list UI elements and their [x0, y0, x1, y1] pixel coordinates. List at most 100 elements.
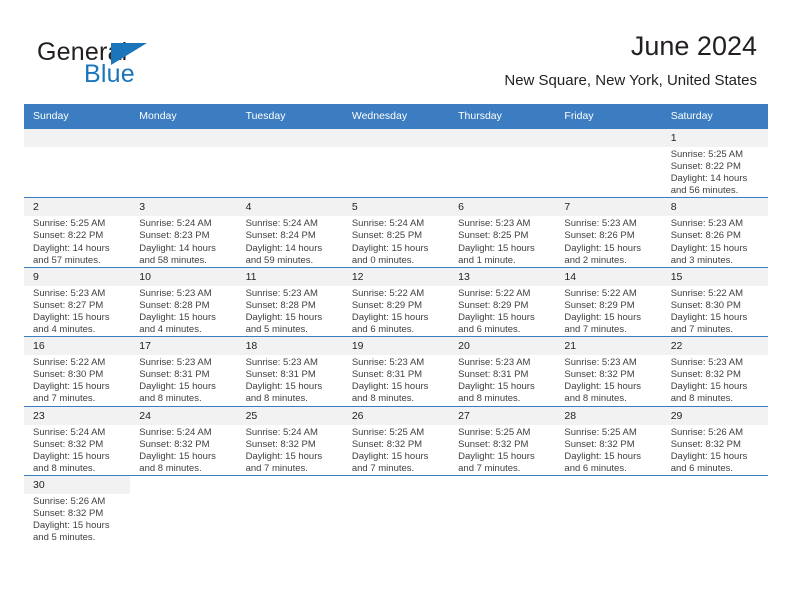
daylight-text: Daylight: 15 hours and 3 minutes. — [670, 242, 748, 266]
calendar-day-cell[interactable]: 24 Sunrise: 5:24 AM Sunset: 8:32 PM Dayligh… — [130, 405, 237, 476]
sunrise-text: Sunrise: 5:24 AM — [245, 218, 318, 230]
calendar-day-cell[interactable]: 16 Sunrise: 5:22 AM Sunset: 8:30 PM Dayligh… — [24, 336, 131, 406]
calendar-body: 1 Sunrise: 5:25 AM Sunset: 8:22 PM Daylight… — [24, 127, 768, 545]
calendar-day-cell[interactable]: 6 Sunrise: 5:23 AM Sunset: 8:25 PM Daylight… — [449, 197, 556, 268]
sunrise-text: Sunrise: 5:22 AM — [351, 287, 425, 299]
calendar-day-number: 15 — [661, 267, 768, 286]
calendar-cell-empty — [236, 127, 343, 198]
calendar-day-number: 29 — [661, 406, 768, 425]
calendar-day-cell[interactable]: 28 Sunrise: 5:25 AM Sunset: 8:32 PM Dayligh… — [555, 405, 662, 476]
calendar-day-cell[interactable]: 7 Sunrise: 5:23 AM Sunset: 8:26 PM Daylight… — [555, 197, 662, 268]
daylight-text: Daylight: 14 hours and 58 minutes. — [139, 242, 216, 266]
calendar-day-number: 2 — [24, 198, 131, 217]
sunset-text: Sunset: 8:28 PM — [245, 299, 316, 311]
calendar-day-cell[interactable]: 12 Sunrise: 5:22 AM Sunset: 8:29 PM Dayligh… — [342, 266, 450, 337]
calendar-day-number: 17 — [130, 337, 237, 356]
day-sun-info: Sunrise: 5:24 AM Sunset: 8:24 PM Daylight:… — [237, 216, 343, 266]
calendar-day-cell[interactable]: 15 Sunrise: 5:22 AM Sunset: 8:30 PM Dayligh… — [661, 266, 768, 337]
calendar-cell-inner: 3 Sunrise: 5:24 AM Sunset: 8:23 PM Daylight… — [130, 198, 237, 266]
calendar-cell-empty — [555, 127, 662, 198]
daylight-text: Daylight: 15 hours and 7 minutes. — [458, 450, 535, 474]
calendar-day-cell[interactable]: 17 Sunrise: 5:23 AM Sunset: 8:31 PM Dayligh… — [130, 336, 237, 406]
calendar-day-cell[interactable]: 20 Sunrise: 5:23 AM Sunset: 8:31 PM Dayligh… — [449, 336, 556, 406]
calendar-page: General Blue June 2024 New Square, New Y… — [0, 0, 792, 612]
sunrise-text: Sunrise: 5:23 AM — [458, 357, 531, 369]
day-sun-info: Sunrise: 5:25 AM Sunset: 8:32 PM Daylight:… — [449, 425, 555, 475]
day-sun-info: Sunrise: 5:25 AM Sunset: 8:32 PM Daylight:… — [343, 425, 449, 475]
daylight-text: Daylight: 15 hours and 7 minutes. — [33, 381, 110, 405]
daylight-text: Daylight: 14 hours and 57 minutes. — [33, 242, 110, 266]
sunrise-text: Sunrise: 5:24 AM — [33, 426, 106, 438]
calendar-day-cell[interactable]: 11 Sunrise: 5:23 AM Sunset: 8:28 PM Dayligh… — [236, 266, 343, 337]
sunrise-text: Sunrise: 5:23 AM — [139, 287, 212, 299]
calendar-day-cell[interactable]: 19 Sunrise: 5:23 AM Sunset: 8:31 PM Dayligh… — [342, 336, 450, 406]
calendar-day-number: 16 — [24, 337, 131, 356]
sunset-text: Sunset: 8:26 PM — [670, 230, 741, 242]
calendar-day-cell[interactable]: 30 Sunrise: 5:26 AM Sunset: 8:32 PM Dayligh… — [24, 474, 131, 545]
weekday-header-sunday: Sunday — [24, 104, 131, 129]
weekday-header-row: Sunday Monday Tuesday Wednesday Thursday… — [24, 104, 768, 129]
calendar-day-cell[interactable]: 18 Sunrise: 5:23 AM Sunset: 8:31 PM Dayligh… — [236, 336, 343, 406]
day-sun-info: Sunrise: 5:24 AM Sunset: 8:23 PM Daylight:… — [130, 216, 236, 266]
calendar-day-number — [342, 129, 450, 147]
calendar-day-cell[interactable]: 29 Sunrise: 5:26 AM Sunset: 8:32 PM Dayligh… — [661, 405, 768, 476]
calendar-day-number: 24 — [130, 406, 237, 425]
calendar-day-cell[interactable]: 27 Sunrise: 5:25 AM Sunset: 8:32 PM Dayligh… — [449, 405, 556, 476]
calendar-cell-empty — [449, 127, 556, 198]
daylight-text: Daylight: 15 hours and 8 minutes. — [564, 381, 641, 405]
day-sun-info: Sunrise: 5:23 AM Sunset: 8:26 PM Daylight:… — [555, 216, 661, 266]
sunrise-text: Sunrise: 5:23 AM — [351, 357, 425, 369]
calendar-cell-inner — [237, 476, 343, 544]
calendar-cell-blank — [555, 474, 662, 545]
calendar-day-number: 19 — [342, 337, 450, 356]
sunrise-text: Sunrise: 5:25 AM — [351, 426, 425, 438]
day-sun-info: Sunrise: 5:22 AM Sunset: 8:29 PM Daylight:… — [343, 286, 449, 336]
calendar-day-cell[interactable]: 14 Sunrise: 5:22 AM Sunset: 8:29 PM Dayligh… — [555, 266, 662, 337]
calendar-day-cell[interactable]: 3 Sunrise: 5:24 AM Sunset: 8:23 PM Daylight… — [130, 197, 237, 268]
calendar-day-cell[interactable]: 23 Sunrise: 5:24 AM Sunset: 8:32 PM Dayligh… — [24, 405, 131, 476]
weekday-header-thursday: Thursday — [449, 104, 556, 129]
daylight-text: Daylight: 15 hours and 4 minutes. — [139, 311, 216, 336]
daylight-text: Daylight: 15 hours and 8 minutes. — [245, 381, 323, 405]
calendar-cell-inner: 11 Sunrise: 5:23 AM Sunset: 8:28 PM Dayligh… — [236, 267, 343, 336]
day-sun-info: Sunrise: 5:23 AM Sunset: 8:31 PM Daylight:… — [449, 355, 555, 405]
calendar-day-cell[interactable]: 1 Sunrise: 5:25 AM Sunset: 8:22 PM Daylight… — [661, 127, 768, 198]
sunset-text: Sunset: 8:25 PM — [351, 230, 423, 242]
sunset-text: Sunset: 8:22 PM — [33, 230, 104, 242]
calendar-day-cell[interactable]: 9 Sunrise: 5:23 AM Sunset: 8:27 PM Daylight… — [24, 266, 131, 337]
sunrise-text: Sunrise: 5:25 AM — [33, 218, 106, 230]
calendar-day-number: 12 — [342, 267, 450, 286]
calendar-cell-inner — [449, 476, 555, 544]
calendar-day-cell[interactable]: 26 Sunrise: 5:25 AM Sunset: 8:32 PM Dayligh… — [342, 405, 450, 476]
calendar-day-cell[interactable]: 2 Sunrise: 5:25 AM Sunset: 8:22 PM Daylight… — [24, 197, 131, 268]
calendar-day-number: 10 — [130, 267, 237, 286]
day-sun-info: Sunrise: 5:23 AM Sunset: 8:31 PM Daylight:… — [130, 355, 236, 405]
day-sun-info: Sunrise: 5:24 AM Sunset: 8:32 PM Daylight:… — [237, 425, 343, 475]
calendar-day-cell[interactable]: 13 Sunrise: 5:22 AM Sunset: 8:29 PM Dayligh… — [449, 266, 556, 337]
calendar-cell-inner: 7 Sunrise: 5:23 AM Sunset: 8:26 PM Daylight… — [555, 198, 662, 266]
daylight-text: Daylight: 15 hours and 8 minutes. — [458, 381, 535, 405]
sunset-text: Sunset: 8:22 PM — [670, 161, 741, 173]
sunset-text: Sunset: 8:30 PM — [670, 299, 741, 311]
calendar-day-number: 9 — [24, 267, 131, 286]
sunset-text: Sunset: 8:24 PM — [245, 230, 316, 242]
day-sun-info: Sunrise: 5:25 AM Sunset: 8:22 PM Daylight:… — [24, 216, 130, 266]
calendar-day-number: 8 — [661, 198, 768, 217]
calendar-day-cell[interactable]: 25 Sunrise: 5:24 AM Sunset: 8:32 PM Dayligh… — [236, 405, 343, 476]
sunrise-text: Sunrise: 5:23 AM — [670, 218, 744, 230]
calendar-day-cell[interactable]: 21 Sunrise: 5:23 AM Sunset: 8:32 PM Dayligh… — [555, 336, 662, 406]
calendar-day-cell[interactable]: 8 Sunrise: 5:23 AM Sunset: 8:26 PM Daylight… — [661, 197, 768, 268]
calendar-cell-inner: 30 Sunrise: 5:26 AM Sunset: 8:32 PM Dayligh… — [24, 475, 131, 544]
calendar-day-cell[interactable]: 5 Sunrise: 5:24 AM Sunset: 8:25 PM Daylight… — [342, 197, 450, 268]
sunset-text: Sunset: 8:29 PM — [458, 299, 529, 311]
calendar-cell-inner: 26 Sunrise: 5:25 AM Sunset: 8:32 PM Dayligh… — [342, 406, 450, 475]
calendar-week-row: 9 Sunrise: 5:23 AM Sunset: 8:27 PM Daylight… — [24, 266, 768, 337]
sunrise-text: Sunrise: 5:23 AM — [139, 357, 212, 369]
sunrise-text: Sunrise: 5:26 AM — [33, 495, 106, 507]
calendar-day-cell[interactable]: 4 Sunrise: 5:24 AM Sunset: 8:24 PM Daylight… — [236, 197, 343, 268]
weekday-header-saturday: Saturday — [661, 104, 768, 129]
day-sun-info: Sunrise: 5:24 AM Sunset: 8:25 PM Daylight:… — [343, 216, 449, 266]
calendar-day-number: 4 — [236, 198, 343, 217]
calendar-day-cell[interactable]: 22 Sunrise: 5:23 AM Sunset: 8:32 PM Dayligh… — [661, 336, 768, 406]
calendar-day-cell[interactable]: 10 Sunrise: 5:23 AM Sunset: 8:28 PM Dayligh… — [130, 266, 237, 337]
